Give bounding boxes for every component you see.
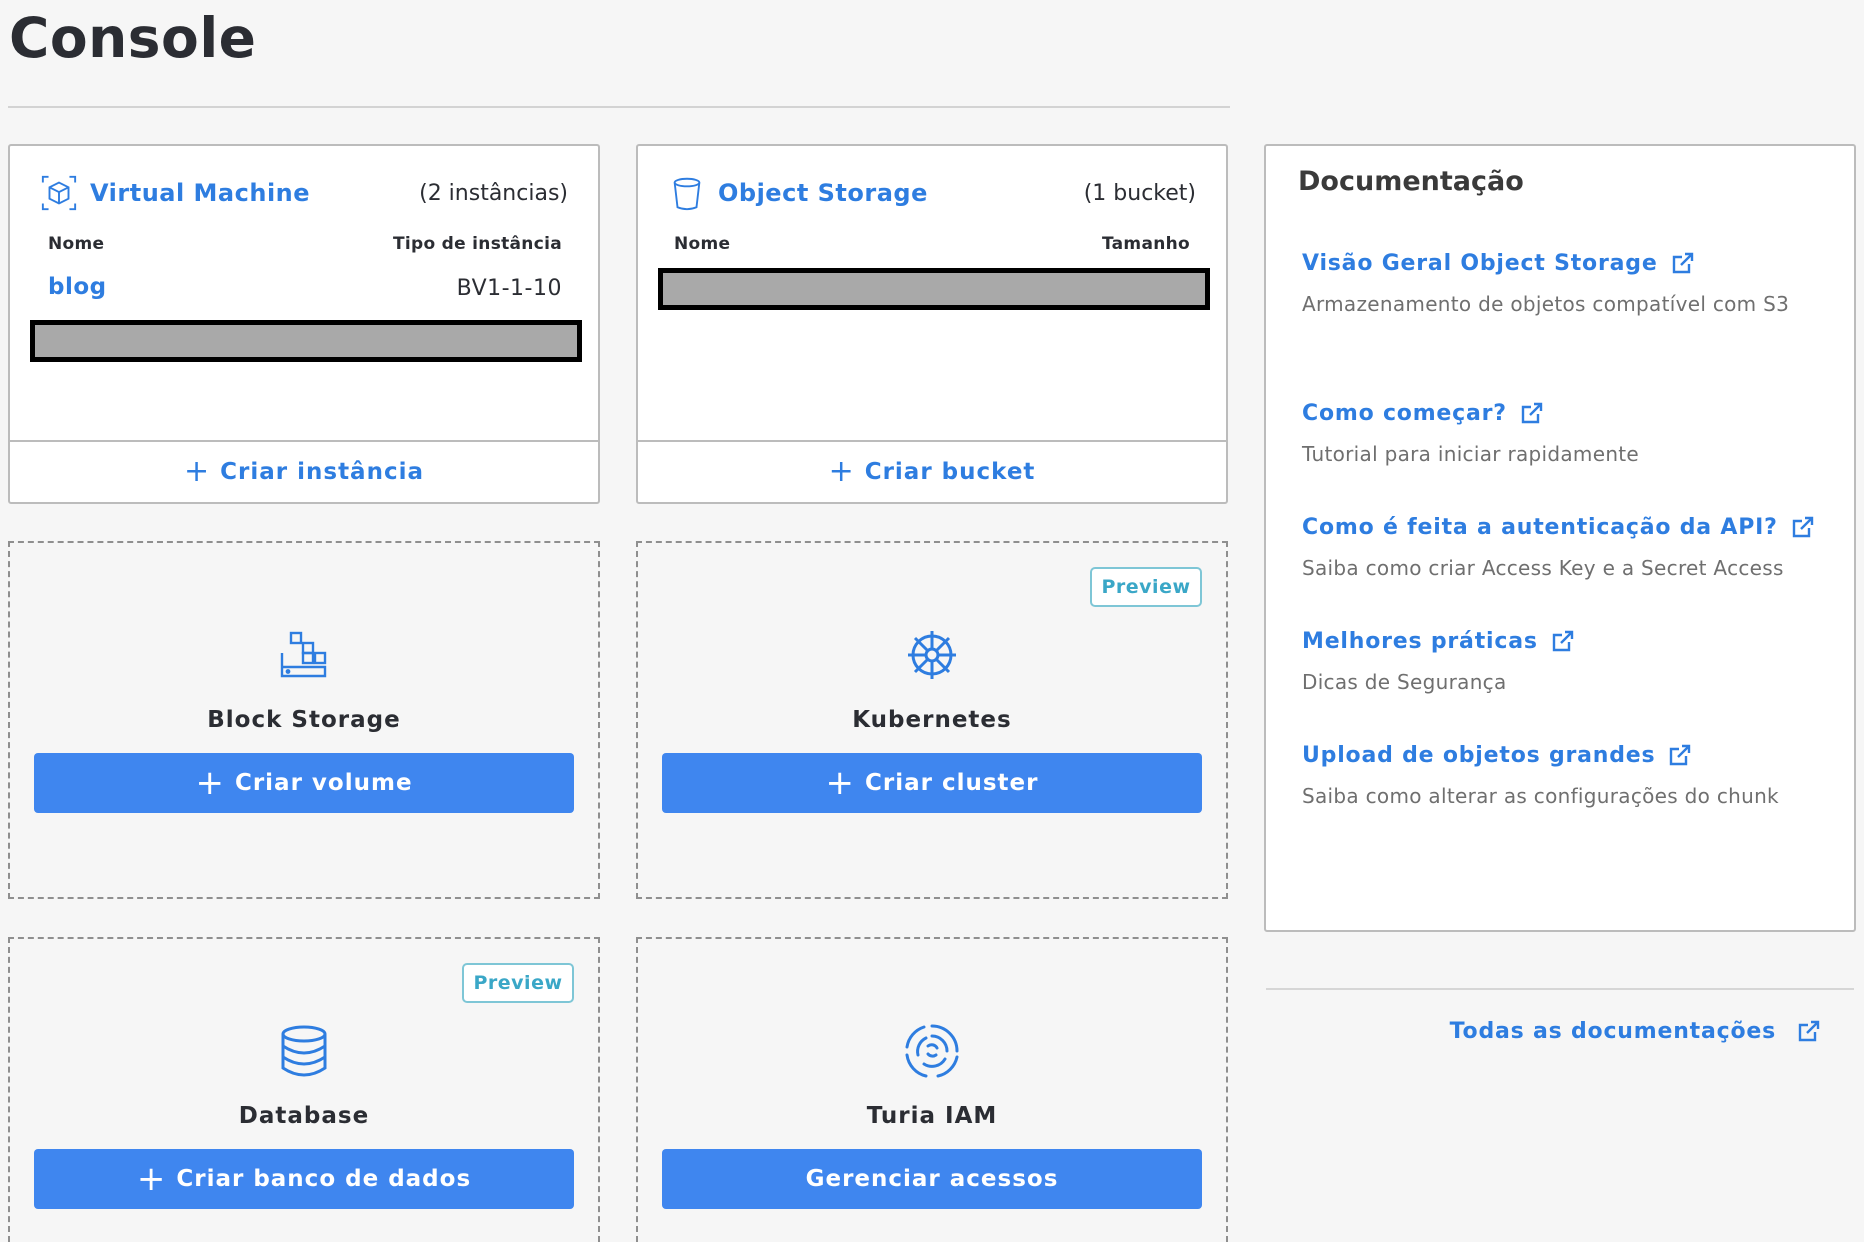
create-volume-label: Criar volume (234, 770, 413, 796)
preview-badge: Preview (1090, 567, 1202, 607)
doc-link-getting-started[interactable]: Como começar? (1302, 400, 1545, 426)
bucket-icon (673, 177, 701, 211)
instance-name-link[interactable]: blog (48, 274, 107, 300)
redacted-row (30, 320, 582, 362)
block-storage-icon (280, 631, 327, 678)
create-bucket-label: Criar bucket (864, 459, 1036, 485)
manage-access-button[interactable]: Gerenciar acessos (662, 1149, 1202, 1209)
kubernetes-label: Kubernetes (852, 707, 1012, 733)
kubernetes-tile: Preview Kubernetes + Criar cluster (636, 541, 1228, 899)
docs-divider (1266, 988, 1854, 990)
doc-link-api-authentication[interactable]: Como é feita a autenticação da API? (1302, 514, 1816, 540)
console-page: Console Virtual Machine (2 instâncias) N… (0, 0, 1864, 1242)
title-divider (8, 106, 1230, 108)
virtual-machine-title[interactable]: Virtual Machine (90, 179, 310, 207)
object-storage-card: Object Storage (1 bucket) Nome Tamanho +… (636, 144, 1228, 504)
iam-label: Turia IAM (866, 1103, 998, 1129)
block-storage-tile: Block Storage + Criar volume (8, 541, 600, 899)
external-link-icon (1521, 402, 1543, 424)
instance-count: (2 instâncias) (419, 180, 568, 206)
create-cluster-label: Criar cluster (865, 770, 1039, 796)
plus-icon: + (825, 763, 855, 803)
bucket-count: (1 bucket) (1083, 180, 1196, 206)
create-instance-button[interactable]: + Criar instância (10, 440, 598, 502)
doc-description: Saiba como criar Access Key e a Secret A… (1302, 556, 1784, 580)
manage-access-label: Gerenciar acessos (805, 1166, 1059, 1192)
create-database-label: Criar banco de dados (176, 1166, 472, 1192)
column-header-name: Nome (674, 234, 731, 254)
doc-description: Saiba como alterar as configurações do c… (1302, 784, 1779, 808)
doc-link-label: Como começar? (1302, 400, 1507, 426)
doc-link-best-practices[interactable]: Melhores práticas (1302, 628, 1576, 654)
create-database-button[interactable]: + Criar banco de dados (34, 1149, 574, 1209)
database-icon (281, 1025, 327, 1077)
plus-icon: + (828, 454, 855, 489)
virtual-machine-header: Virtual Machine (2 instâncias) (40, 170, 568, 216)
create-volume-button[interactable]: + Criar volume (34, 753, 574, 813)
external-link-icon (1792, 516, 1813, 538)
external-link-icon (1552, 630, 1573, 652)
column-header-size: Tamanho (1101, 234, 1190, 254)
create-instance-label: Criar instância (220, 459, 424, 485)
doc-link-label: Melhores práticas (1302, 628, 1538, 654)
virtual-machine-card: Virtual Machine (2 instâncias) Nome Tipo… (8, 144, 600, 504)
doc-link-object-storage-overview[interactable]: Visão Geral Object Storage (1302, 250, 1696, 276)
all-docs-label: Todas as documentações (1449, 1018, 1776, 1044)
cube-icon (41, 175, 77, 211)
kubernetes-icon (908, 631, 956, 679)
column-header-name: Nome (48, 234, 105, 254)
redacted-row (658, 268, 1210, 310)
doc-link-label: Visão Geral Object Storage (1302, 250, 1658, 276)
create-bucket-button[interactable]: + Criar bucket (638, 440, 1226, 502)
doc-link-label: Upload de objetos grandes (1302, 742, 1656, 768)
database-tile: Preview Database + Criar banco de dados (8, 937, 600, 1242)
documentation-panel: Documentação Visão Geral Object Storage … (1264, 144, 1856, 1044)
database-label: Database (238, 1103, 370, 1129)
external-link-icon (1672, 252, 1693, 274)
page-title: Console (9, 6, 257, 70)
plus-icon: + (136, 1159, 167, 1199)
create-cluster-button[interactable]: + Criar cluster (662, 753, 1202, 813)
instance-type-value: BV1-1-10 (456, 276, 562, 301)
block-storage-label: Block Storage (207, 707, 401, 733)
external-link-icon (1670, 744, 1691, 766)
documentation-title: Documentação (1298, 166, 1524, 197)
doc-link-label: Como é feita a autenticação da API? (1302, 514, 1778, 540)
preview-badge: Preview (462, 963, 574, 1003)
external-link-icon (1798, 1020, 1820, 1042)
plus-icon: + (195, 763, 225, 803)
doc-link-large-uploads[interactable]: Upload de objetos grandes (1302, 742, 1693, 768)
plus-icon: + (184, 454, 211, 489)
object-storage-title[interactable]: Object Storage (718, 179, 928, 207)
column-header-instance-type: Tipo de instância (392, 234, 562, 254)
doc-description: Armazenamento de objetos compatível com … (1302, 292, 1790, 316)
iam-tile: Turia IAM Gerenciar acessos (636, 937, 1228, 1242)
object-storage-header: Object Storage (1 bucket) (668, 170, 1196, 216)
doc-description: Dicas de Segurança (1302, 670, 1507, 694)
all-docs-link[interactable]: Todas as documentações (1450, 1018, 1822, 1044)
doc-description: Tutorial para iniciar rapidamente (1302, 442, 1640, 466)
iam-icon (905, 1024, 959, 1078)
